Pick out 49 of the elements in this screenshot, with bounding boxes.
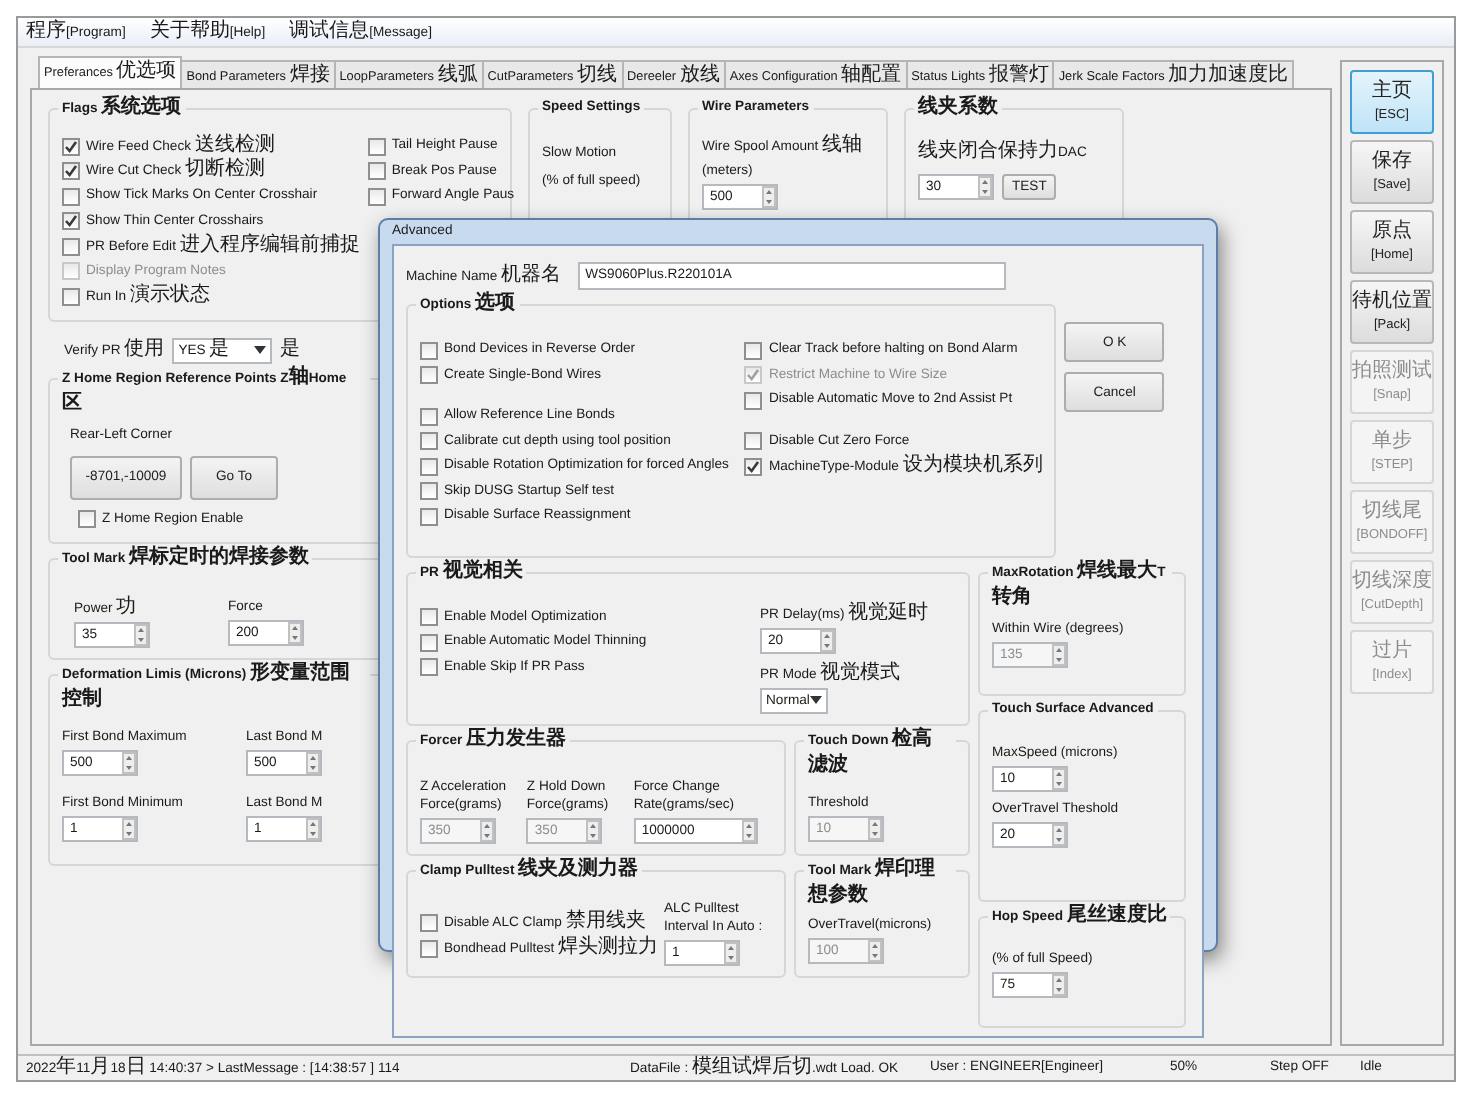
checkbox[interactable] bbox=[420, 608, 438, 627]
spin-arrows-icon bbox=[1052, 973, 1066, 995]
spin-arrows-icon bbox=[122, 752, 136, 774]
spin-arrows-icon bbox=[586, 819, 601, 841]
checkbox[interactable] bbox=[420, 407, 438, 426]
spin-arrows-icon bbox=[480, 819, 494, 841]
checkbox[interactable] bbox=[420, 914, 438, 933]
spin-arrows-icon bbox=[306, 752, 320, 774]
spin-arrows-icon bbox=[820, 629, 834, 651]
checkbox[interactable] bbox=[62, 237, 80, 256]
spin-arrows-icon bbox=[724, 941, 738, 963]
caret-icon bbox=[810, 696, 822, 704]
spin-arrows-icon bbox=[868, 817, 882, 839]
group-title: 线夹系数 bbox=[914, 96, 1002, 122]
checkbox[interactable] bbox=[420, 366, 438, 385]
checkbox[interactable] bbox=[420, 633, 438, 652]
checkbox[interactable] bbox=[744, 457, 763, 476]
spin-arrows-icon bbox=[978, 176, 992, 198]
checkbox[interactable] bbox=[420, 482, 438, 501]
checkbox[interactable] bbox=[744, 341, 763, 360]
spin-arrows-icon bbox=[868, 939, 882, 961]
text-label: 是 bbox=[280, 337, 301, 363]
spin-arrows-icon bbox=[134, 624, 148, 646]
spin-arrows-icon bbox=[741, 819, 756, 841]
checkbox[interactable] bbox=[420, 432, 438, 451]
spin-arrows-icon bbox=[1052, 643, 1066, 665]
caret-icon bbox=[254, 346, 267, 354]
checkbox[interactable] bbox=[367, 137, 386, 156]
spin-arrows-icon bbox=[122, 818, 136, 840]
checkbox[interactable] bbox=[62, 287, 80, 306]
spin-arrows-icon bbox=[288, 622, 302, 644]
checkbox[interactable] bbox=[62, 162, 80, 181]
checkbox[interactable] bbox=[62, 187, 80, 206]
spin-arrows-icon bbox=[762, 186, 776, 208]
checkbox[interactable] bbox=[420, 939, 438, 958]
spin-arrows-icon bbox=[306, 818, 320, 840]
checkbox[interactable] bbox=[420, 658, 438, 677]
checkbox[interactable] bbox=[420, 507, 438, 526]
checkbox[interactable] bbox=[744, 391, 763, 410]
checkbox[interactable] bbox=[78, 510, 96, 529]
spin-arrows-icon bbox=[1052, 823, 1066, 845]
checkbox[interactable] bbox=[420, 341, 438, 360]
checkbox[interactable] bbox=[62, 137, 80, 156]
checkbox[interactable] bbox=[367, 187, 386, 206]
checkbox[interactable] bbox=[744, 432, 763, 451]
checkbox[interactable] bbox=[62, 212, 80, 231]
checkbox[interactable] bbox=[420, 457, 438, 476]
checkbox[interactable] bbox=[367, 162, 386, 181]
spin-arrows-icon bbox=[1052, 767, 1066, 789]
